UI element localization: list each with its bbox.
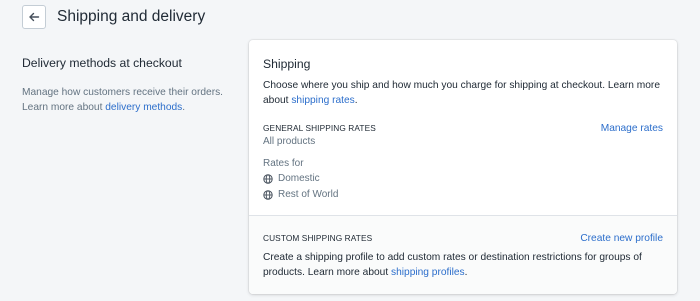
description-text: . <box>464 267 468 278</box>
description-line: Choose where you ship and how much you c… <box>263 80 660 91</box>
delivery-methods-section: Delivery methods at checkout Manage how … <box>22 56 237 115</box>
description-line: about shipping rates. <box>263 93 663 108</box>
globe-icon <box>263 189 273 200</box>
zone-domestic[interactable]: Domestic <box>263 173 663 184</box>
rates-for-label: Rates for <box>263 158 304 169</box>
general-rates-header: GENERAL SHIPPING RATES Manage rates <box>263 123 663 134</box>
manage-rates-link[interactable]: Manage rates <box>601 123 663 134</box>
custom-rates-heading: CUSTOM SHIPPING RATES <box>263 233 373 243</box>
zone-rest-of-world[interactable]: Rest of World <box>263 189 663 200</box>
delivery-methods-link[interactable]: delivery methods <box>105 102 182 113</box>
shipping-profiles-link[interactable]: shipping profiles <box>391 267 465 278</box>
zone-label: Domestic <box>278 173 320 184</box>
description-text: . <box>182 102 186 113</box>
custom-rates-section: CUSTOM SHIPPING RATES Create new profile… <box>249 216 677 294</box>
back-button[interactable] <box>22 5 46 29</box>
create-new-profile-link[interactable]: Create new profile <box>580 233 663 244</box>
description-line: products. Learn more about shipping prof… <box>263 265 663 280</box>
description-text: Learn more about <box>22 102 106 113</box>
globe-icon <box>263 173 273 184</box>
description-text: about <box>263 95 292 106</box>
custom-rates-header: CUSTOM SHIPPING RATES Create new profile <box>263 233 663 244</box>
general-rates-heading: GENERAL SHIPPING RATES <box>263 123 376 133</box>
zone-label: Rest of World <box>278 189 339 200</box>
shipping-card: Shipping Choose where you ship and how m… <box>249 40 677 294</box>
all-products-label: All products <box>263 136 316 147</box>
page-header: Shipping and delivery <box>22 5 205 29</box>
description-line: Create a shipping profile to add custom … <box>263 252 642 263</box>
arrow-left-icon <box>29 12 40 22</box>
description-text: . <box>354 95 358 106</box>
card-title: Shipping <box>263 57 311 71</box>
shipping-rates-link[interactable]: shipping rates <box>291 95 354 106</box>
description-line: Learn more about delivery methods. <box>22 100 237 115</box>
card-description: Choose where you ship and how much you c… <box>263 78 663 108</box>
description-text: products. Learn more about <box>263 267 391 278</box>
page-title: Shipping and delivery <box>57 8 206 25</box>
section-title: Delivery methods at checkout <box>22 56 182 70</box>
custom-rates-description: Create a shipping profile to add custom … <box>263 250 663 280</box>
section-description: Manage how customers receive their order… <box>22 85 237 115</box>
description-line: Manage how customers receive their order… <box>22 87 224 98</box>
shipping-section: Shipping Choose where you ship and how m… <box>249 57 677 200</box>
